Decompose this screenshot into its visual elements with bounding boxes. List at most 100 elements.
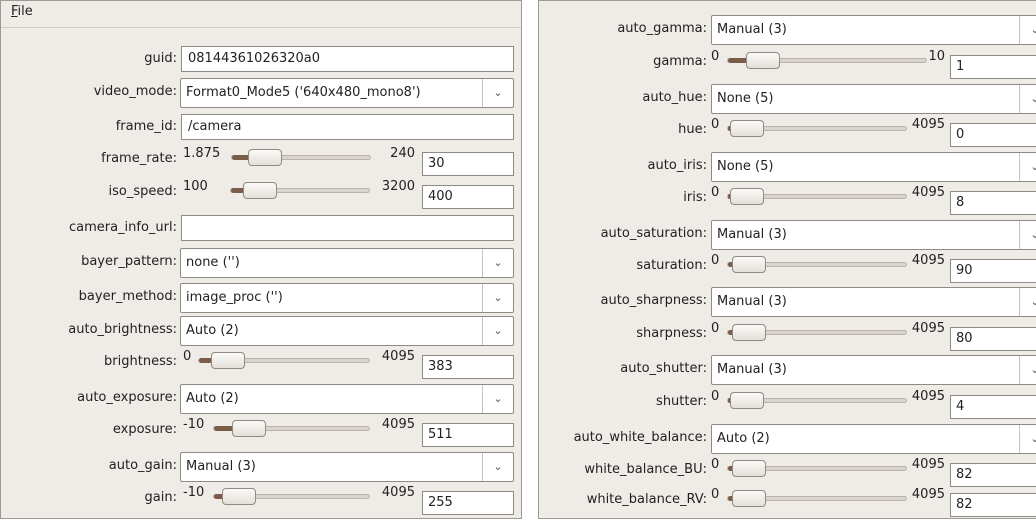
gain-spinbox[interactable]: 255: [422, 491, 514, 515]
saturation-row: saturation: 0 4095 90: [539, 250, 1036, 284]
video-mode-dropdown[interactable]: Format0_Mode5 ('640x480_mono8') ⌄: [180, 78, 514, 108]
sharpness-spinbox[interactable]: 80: [950, 327, 1036, 351]
iso-speed-slider[interactable]: [230, 182, 370, 199]
auto-shutter-value: Manual (3): [717, 362, 787, 377]
iris-label: iris:: [683, 190, 707, 205]
brightness-min: 0: [183, 349, 192, 364]
exposure-min: -10: [183, 417, 205, 432]
guid-field[interactable]: 08144361026320a0: [181, 46, 514, 72]
frame-rate-slider-thumb[interactable]: [248, 149, 282, 166]
saturation-slider[interactable]: [727, 256, 907, 273]
chevron-down-icon[interactable]: ⌄: [1019, 221, 1036, 249]
saturation-spinbox[interactable]: 90: [950, 259, 1036, 283]
iso-speed-slider-thumb[interactable]: [243, 182, 277, 199]
white-balance-bu-slider-thumb[interactable]: [732, 460, 766, 477]
brightness-slider-thumb[interactable]: [211, 352, 245, 369]
auto-sharpness-dropdown[interactable]: Manual (3) ⌄: [711, 287, 1036, 317]
chevron-down-icon[interactable]: ⌄: [1019, 153, 1036, 181]
iris-slider[interactable]: [727, 188, 907, 205]
gamma-slider-thumb[interactable]: [746, 52, 780, 69]
hue-slider-thumb[interactable]: [730, 120, 764, 137]
auto-gain-dropdown[interactable]: Manual (3) ⌄: [180, 452, 514, 482]
frame-rate-min: 1.875: [183, 146, 221, 161]
auto-hue-row: auto_hue: None (5) ⌄: [539, 82, 1036, 116]
gain-slider[interactable]: [213, 488, 370, 505]
chevron-down-icon[interactable]: ⌄: [1019, 425, 1036, 453]
shutter-spinbox[interactable]: 4: [950, 395, 1036, 419]
sharpness-slider-thumb[interactable]: [732, 324, 766, 341]
video-mode-value: Format0_Mode5 ('640x480_mono8'): [186, 85, 421, 100]
iris-slider-thumb[interactable]: [730, 188, 764, 205]
iris-spinbox[interactable]: 8: [950, 191, 1036, 215]
gain-label: gain:: [144, 490, 177, 505]
auto-brightness-label: auto_brightness:: [68, 322, 177, 337]
brightness-slider[interactable]: [198, 352, 370, 369]
brightness-spinbox[interactable]: 383: [422, 355, 514, 379]
camera-info-url-field[interactable]: [181, 215, 514, 241]
chevron-down-icon[interactable]: ⌄: [482, 284, 513, 312]
chevron-down-icon[interactable]: ⌄: [1019, 16, 1036, 44]
camera-info-url-row: camera_info_url:: [1, 212, 521, 246]
auto-saturation-dropdown[interactable]: Manual (3) ⌄: [711, 220, 1036, 250]
white-balance-bu-min: 0: [711, 457, 720, 472]
bayer-method-value: image_proc (''): [186, 290, 283, 305]
shutter-max: 4095: [911, 389, 945, 404]
white-balance-rv-slider[interactable]: [727, 490, 907, 507]
brightness-label: brightness:: [104, 354, 177, 369]
auto-shutter-dropdown[interactable]: Manual (3) ⌄: [711, 355, 1036, 385]
iso-speed-min: 100: [183, 179, 208, 194]
guid-row: guid: 08144361026320a0: [1, 43, 521, 77]
auto-exposure-dropdown[interactable]: Auto (2) ⌄: [180, 384, 514, 414]
bayer-pattern-dropdown[interactable]: none ('') ⌄: [180, 248, 514, 278]
auto-white-balance-row: auto_white_balance: Auto (2) ⌄: [539, 422, 1036, 456]
auto-white-balance-dropdown[interactable]: Auto (2) ⌄: [711, 424, 1036, 454]
hue-label: hue:: [678, 122, 707, 137]
auto-iris-dropdown[interactable]: None (5) ⌄: [711, 152, 1036, 182]
chevron-down-icon[interactable]: ⌄: [482, 317, 513, 345]
gamma-spinbox[interactable]: 1: [950, 55, 1036, 79]
auto-brightness-dropdown[interactable]: Auto (2) ⌄: [180, 316, 514, 346]
exposure-slider[interactable]: [213, 420, 370, 437]
exposure-label: exposure:: [112, 422, 177, 437]
saturation-min: 0: [711, 253, 720, 268]
shutter-slider[interactable]: [727, 392, 907, 409]
white-balance-rv-slider-thumb[interactable]: [732, 490, 766, 507]
sharpness-min: 0: [711, 321, 720, 336]
frame-rate-spinbox[interactable]: 30: [422, 152, 514, 176]
chevron-down-icon[interactable]: ⌄: [482, 79, 513, 107]
iso-speed-spinbox[interactable]: 400: [422, 185, 514, 209]
exposure-slider-thumb[interactable]: [232, 420, 266, 437]
chevron-down-icon[interactable]: ⌄: [1019, 288, 1036, 316]
chevron-down-icon[interactable]: ⌄: [482, 385, 513, 413]
chevron-down-icon[interactable]: ⌄: [1019, 85, 1036, 113]
chevron-down-icon[interactable]: ⌄: [482, 453, 513, 481]
shutter-slider-thumb[interactable]: [730, 392, 764, 409]
chevron-down-icon[interactable]: ⌄: [1019, 356, 1036, 384]
hue-slider[interactable]: [727, 120, 907, 137]
auto-gain-row: auto_gain: Manual (3) ⌄: [1, 450, 521, 484]
gain-slider-thumb[interactable]: [222, 488, 256, 505]
exposure-spinbox[interactable]: 511: [422, 423, 514, 447]
frame-rate-slider[interactable]: [231, 149, 371, 166]
auto-gamma-dropdown[interactable]: Manual (3) ⌄: [711, 15, 1036, 45]
bayer-method-row: bayer_method: image_proc ('') ⌄: [1, 281, 521, 315]
sharpness-slider[interactable]: [727, 324, 907, 341]
chevron-down-icon[interactable]: ⌄: [482, 249, 513, 277]
bayer-method-dropdown[interactable]: image_proc ('') ⌄: [180, 283, 514, 313]
white-balance-bu-slider[interactable]: [727, 460, 907, 477]
auto-hue-value: None (5): [717, 91, 774, 106]
file-menu[interactable]: File: [11, 4, 33, 19]
white-balance-rv-spinbox[interactable]: 82: [950, 493, 1036, 517]
auto-iris-value: None (5): [717, 159, 774, 174]
iris-max: 4095: [911, 185, 945, 200]
frame-rate-label: frame_rate:: [101, 151, 177, 166]
frame-id-label: frame_id:: [115, 119, 177, 134]
bayer-method-label: bayer_method:: [78, 289, 177, 304]
gain-max: 4095: [381, 485, 415, 500]
auto-hue-dropdown[interactable]: None (5) ⌄: [711, 84, 1036, 114]
gamma-slider[interactable]: [727, 52, 927, 69]
hue-spinbox[interactable]: 0: [950, 123, 1036, 147]
frame-id-field[interactable]: /camera: [181, 114, 514, 140]
saturation-slider-thumb[interactable]: [732, 256, 766, 273]
auto-exposure-row: auto_exposure: Auto (2) ⌄: [1, 382, 521, 416]
